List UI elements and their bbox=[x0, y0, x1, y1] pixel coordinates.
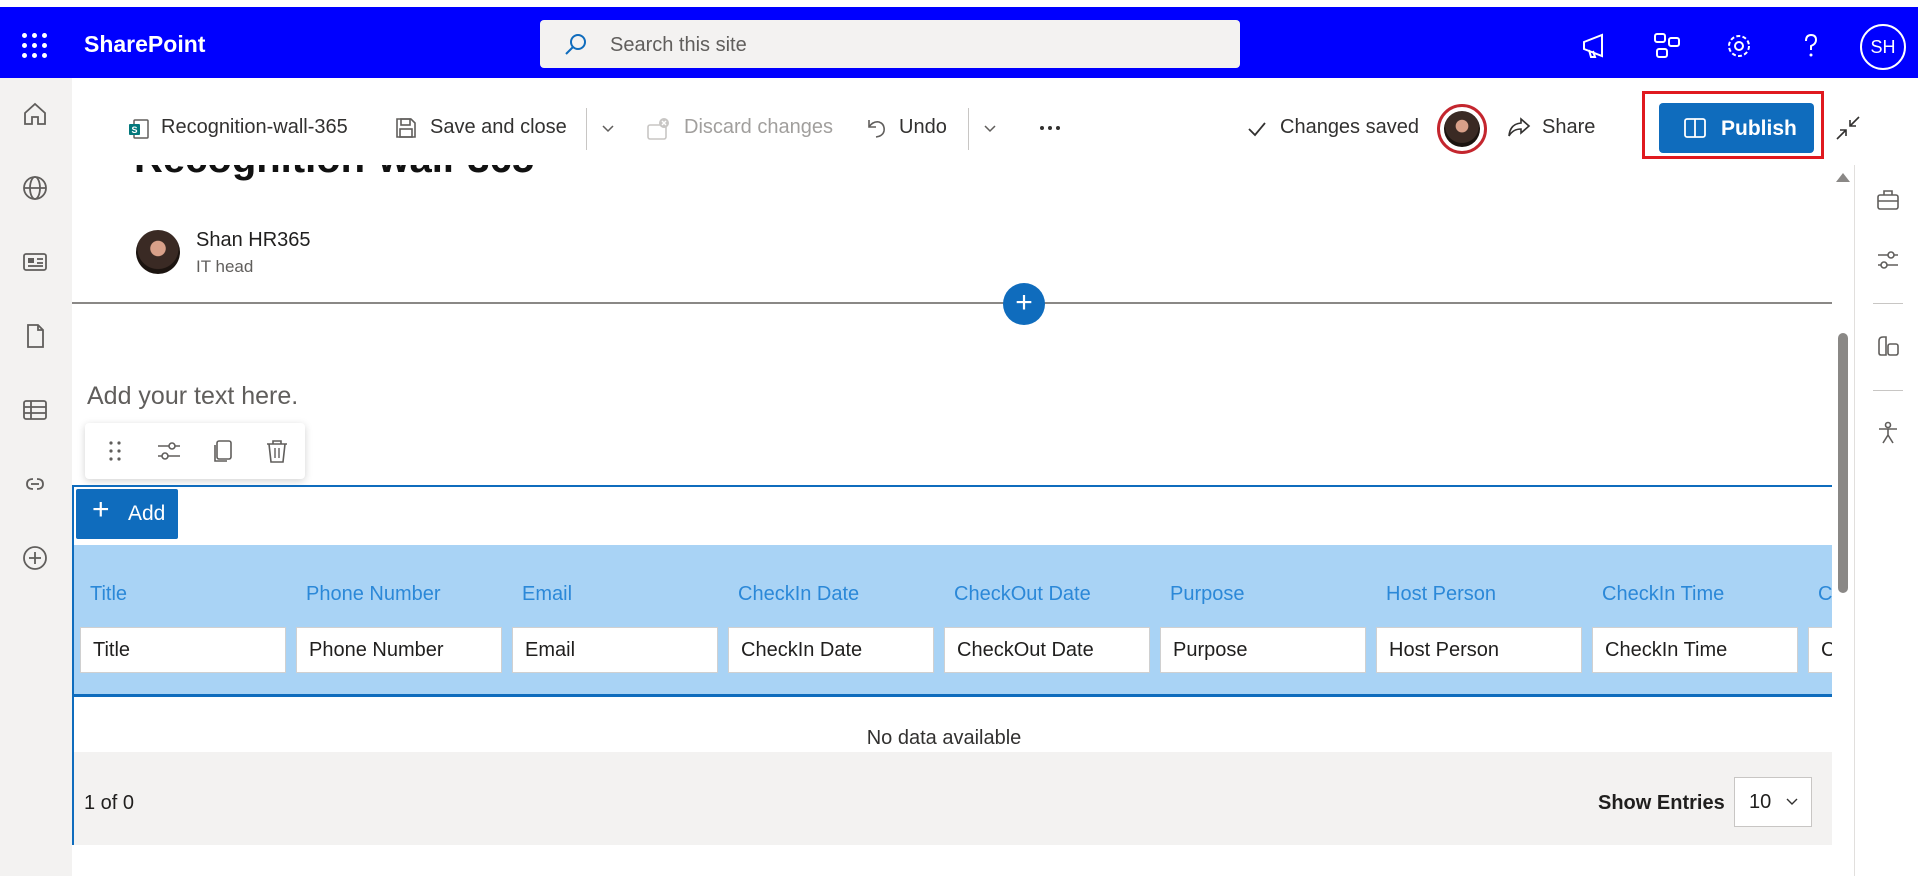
right-tool-rail bbox=[1854, 165, 1918, 876]
table-footer: 1 of 0 Show Entries 10 bbox=[74, 752, 1832, 845]
checkmark-icon bbox=[1248, 122, 1266, 137]
publish-label: Publish bbox=[1721, 117, 1797, 140]
column-filter-input[interactable]: Host Person bbox=[1376, 627, 1582, 673]
more-options-icon[interactable] bbox=[1038, 120, 1062, 136]
discard-changes-button[interactable]: Discard changes bbox=[684, 116, 833, 139]
page-name-label[interactable]: Recognition-wall-365 bbox=[161, 116, 348, 139]
column-filter-input[interactable]: Title bbox=[80, 627, 286, 673]
gear-icon[interactable] bbox=[1724, 31, 1754, 61]
list-icon[interactable] bbox=[21, 396, 49, 424]
entries-per-page-select[interactable]: 10 bbox=[1734, 777, 1812, 827]
globe-icon[interactable] bbox=[21, 174, 49, 202]
user-avatar[interactable]: SH bbox=[1860, 24, 1906, 70]
save-icon bbox=[396, 118, 416, 138]
design-icon[interactable] bbox=[1875, 333, 1901, 359]
megaphone-icon[interactable] bbox=[1580, 31, 1610, 61]
document-icon[interactable] bbox=[21, 322, 49, 350]
author-role: IT head bbox=[196, 257, 254, 276]
column-header[interactable]: CheckIn Date bbox=[738, 583, 859, 606]
rail-divider bbox=[1873, 390, 1903, 391]
vertical-scrollbar[interactable] bbox=[1832, 165, 1854, 876]
undo-button[interactable]: Undo bbox=[899, 116, 947, 139]
svg-text:S: S bbox=[132, 125, 138, 135]
column-filter-input[interactable]: CheckIn Time bbox=[1592, 627, 1798, 673]
author-name: Shan HR365 bbox=[196, 229, 311, 251]
author-avatar bbox=[136, 230, 180, 274]
column-header[interactable]: CheckIn Time bbox=[1602, 583, 1724, 606]
divider bbox=[968, 108, 969, 150]
home-icon[interactable] bbox=[21, 100, 49, 128]
command-bar: S Recognition-wall-365 Save and close Di… bbox=[72, 78, 1860, 165]
delete-icon[interactable] bbox=[263, 437, 291, 465]
search-input[interactable]: Search this site bbox=[610, 34, 747, 57]
text-webpart-placeholder[interactable]: Add your text here. bbox=[87, 382, 298, 411]
rail-divider bbox=[1873, 303, 1903, 304]
column-header[interactable]: Email bbox=[522, 583, 572, 606]
collapse-icon[interactable] bbox=[1834, 114, 1862, 142]
column-filter-input[interactable]: C bbox=[1808, 627, 1832, 673]
empty-message: No data available bbox=[866, 727, 1022, 749]
column-header[interactable]: CheckOut Date bbox=[954, 583, 1091, 606]
app-title[interactable]: SharePoint bbox=[84, 31, 205, 58]
edit-properties-icon[interactable] bbox=[155, 437, 183, 465]
chevron-down-icon[interactable] bbox=[600, 120, 616, 136]
chevron-down-icon[interactable] bbox=[982, 120, 998, 136]
plus-icon: + bbox=[92, 493, 110, 526]
column-filter-input[interactable]: CheckOut Date bbox=[944, 627, 1150, 673]
section-divider bbox=[72, 302, 1832, 304]
column-header[interactable]: C bbox=[1818, 583, 1832, 606]
page-title[interactable]: Recognition-wall-365 bbox=[134, 165, 534, 182]
search-icon bbox=[565, 34, 586, 55]
app-launcher-icon[interactable] bbox=[22, 33, 48, 59]
accessibility-icon[interactable] bbox=[1875, 420, 1901, 446]
search-box[interactable]: Search this site bbox=[540, 20, 1240, 68]
settings-sliders-icon[interactable] bbox=[1875, 247, 1901, 273]
save-and-close-button[interactable]: Save and close bbox=[430, 116, 567, 139]
news-icon[interactable] bbox=[21, 248, 49, 276]
share-icon bbox=[1508, 117, 1531, 137]
sharepoint-page-icon: S bbox=[129, 119, 149, 139]
discard-icon bbox=[647, 118, 669, 140]
save-status: Changes saved bbox=[1280, 116, 1419, 138]
column-filter-input[interactable]: Purpose bbox=[1160, 627, 1366, 673]
scroll-up-arrow-icon[interactable] bbox=[1836, 173, 1850, 182]
pagination-status: 1 of 0 bbox=[84, 792, 135, 814]
book-open-icon bbox=[1684, 118, 1706, 138]
toolbox-icon[interactable] bbox=[1875, 187, 1901, 213]
column-header[interactable]: Phone Number bbox=[306, 583, 441, 606]
divider bbox=[586, 108, 587, 150]
column-filter-input[interactable]: Phone Number bbox=[296, 627, 502, 673]
show-entries-label: Show Entries bbox=[1598, 792, 1725, 814]
undo-icon bbox=[868, 120, 885, 138]
drag-handle-icon[interactable] bbox=[101, 437, 129, 465]
scroll-thumb[interactable] bbox=[1838, 333, 1848, 593]
entries-value: 10 bbox=[1749, 791, 1772, 813]
duplicate-icon[interactable] bbox=[209, 437, 237, 465]
add-label: Add bbox=[128, 502, 166, 525]
chevron-down-icon bbox=[1786, 798, 1798, 805]
app-connect-icon[interactable] bbox=[1652, 31, 1682, 61]
page-canvas: Recognition-wall-365 Shan HR365 IT head … bbox=[72, 165, 1832, 876]
publish-button[interactable]: Publish bbox=[1659, 103, 1814, 153]
help-icon[interactable] bbox=[1796, 31, 1826, 61]
avatar-photo bbox=[1444, 111, 1480, 147]
webpart-toolbar bbox=[85, 423, 305, 479]
column-header[interactable]: Purpose bbox=[1170, 583, 1245, 606]
add-section-button[interactable]: + bbox=[1003, 283, 1045, 325]
column-filter-input[interactable]: Email bbox=[512, 627, 718, 673]
left-nav-rail bbox=[0, 78, 72, 876]
add-circle-icon[interactable] bbox=[21, 544, 49, 572]
column-header[interactable]: Host Person bbox=[1386, 583, 1496, 606]
link-icon[interactable] bbox=[21, 470, 49, 498]
add-item-button[interactable]: + Add bbox=[76, 489, 178, 539]
suite-bar: SharePoint Search this site SH bbox=[0, 0, 1918, 78]
coauthor-avatar[interactable] bbox=[1437, 104, 1487, 154]
table-header: Title Phone Number Email CheckIn Date Ch… bbox=[74, 545, 1832, 697]
list-webpart: + Add Title Phone Number Email CheckIn D… bbox=[72, 485, 1832, 845]
share-button[interactable]: Share bbox=[1542, 116, 1595, 139]
column-filter-input[interactable]: CheckIn Date bbox=[728, 627, 934, 673]
column-header[interactable]: Title bbox=[90, 583, 127, 606]
